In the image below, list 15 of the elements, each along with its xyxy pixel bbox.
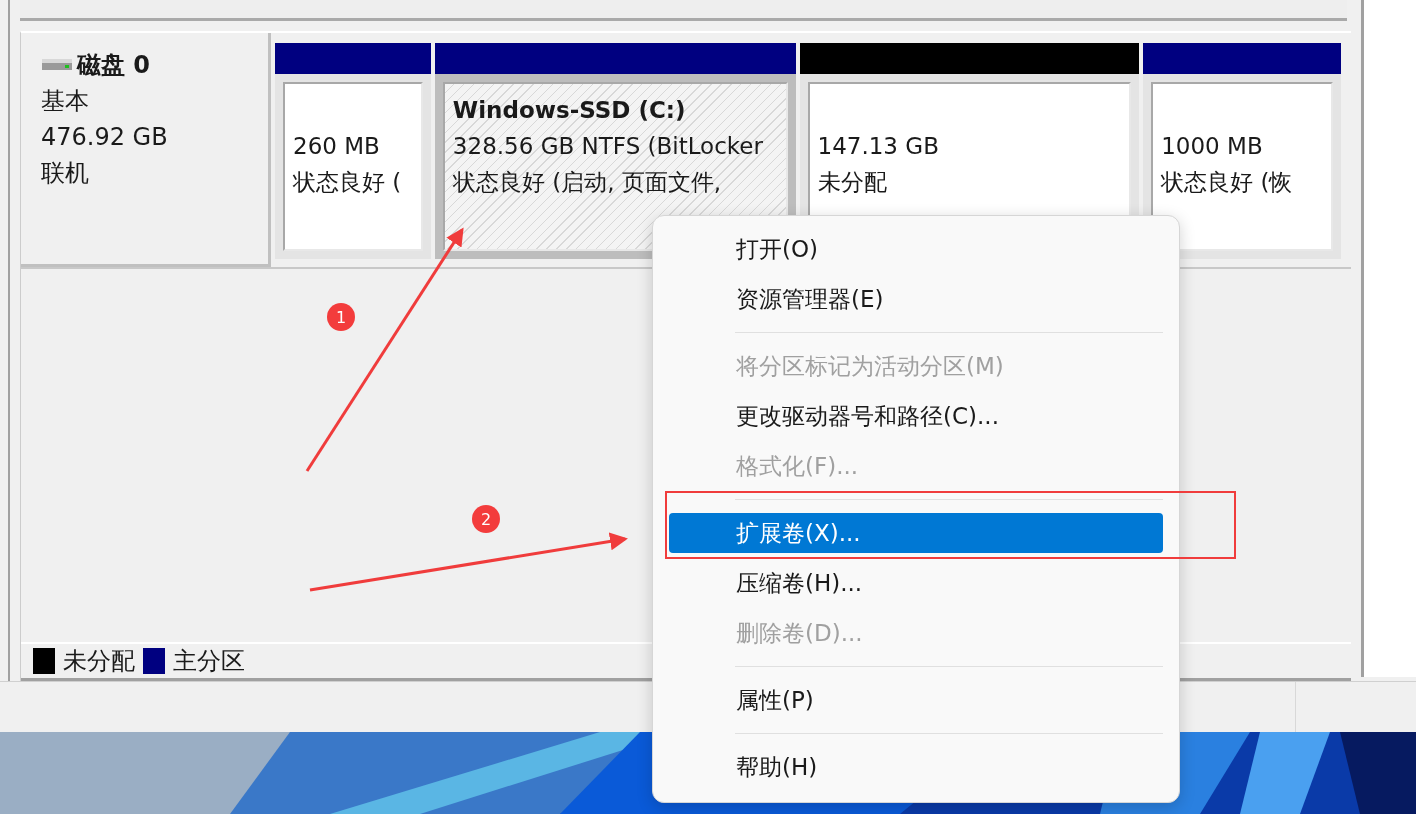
partition-detail: 状态良好 ( [293, 168, 403, 197]
partition-detail: 328.56 GB NTFS (BitLocker [452, 132, 764, 161]
partition-detail: 147.13 GB [817, 132, 940, 161]
disk-name: 磁盘 0 [77, 50, 151, 81]
partition-label: Windows-SSD (C:) [452, 96, 687, 125]
disk-type: 基本 [41, 86, 90, 117]
disk-size: 476.92 GB [41, 122, 169, 153]
disk-status: 联机 [41, 158, 90, 189]
legend-label: 未分配 [63, 646, 135, 677]
partition-detail: 未分配 [817, 168, 888, 197]
partition-detail: 1000 MB [1161, 132, 1264, 161]
partition-detail: 状态良好 (恢 [1161, 168, 1294, 197]
partition-detail: 260 MB [293, 132, 381, 161]
partition-detail: 状态良好 (启动, 页面文件, [452, 168, 723, 197]
legend-label: 主分区 [173, 646, 245, 677]
